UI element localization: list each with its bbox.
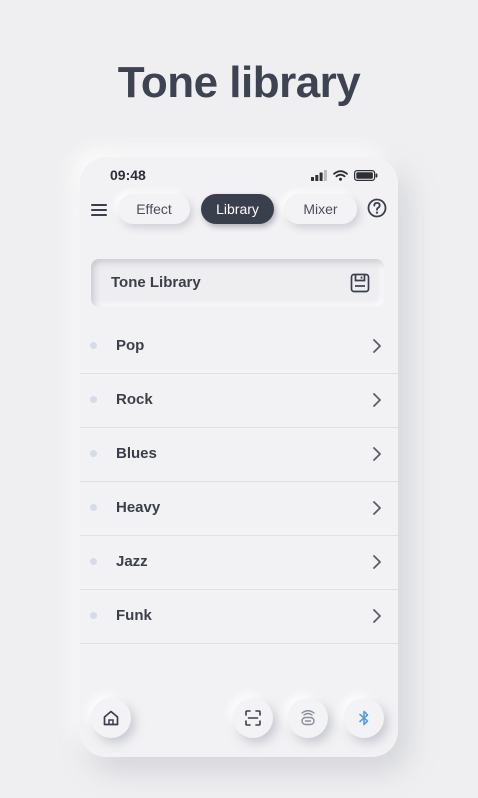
chevron-right-icon [373,609,381,623]
list-item-label: Blues [116,445,157,462]
bullet-dot [90,558,97,565]
tone-category-list: Pop Rock Blues Heavy Jazz Funk [80,320,398,644]
scan-button[interactable] [233,698,273,738]
amp-icon [301,710,315,726]
chevron-right-icon [373,393,381,407]
bluetooth-button[interactable] [344,698,384,738]
tone-library-title: Tone Library [111,274,201,291]
list-item-blues[interactable]: Blues [80,428,398,482]
list-item-label: Heavy [116,499,161,516]
list-item-rock[interactable]: Rock [80,374,398,428]
amp-button[interactable] [288,698,328,738]
wifi-icon [333,169,348,181]
list-item-jazz[interactable]: Jazz [80,536,398,590]
status-icons [311,169,378,181]
tab-mixer[interactable]: Mixer [284,194,357,224]
chevron-right-icon [373,339,381,353]
bullet-dot [90,504,97,511]
menu-icon[interactable] [90,201,108,219]
home-button[interactable] [91,698,131,738]
home-icon [103,710,119,726]
status-time: 09:48 [110,167,146,183]
bluetooth-icon [359,710,369,726]
scan-icon [245,710,261,726]
list-item-heavy[interactable]: Heavy [80,482,398,536]
page-headline: Tone library [117,58,361,107]
list-item-label: Rock [116,391,153,408]
help-icon[interactable] [366,197,388,219]
list-item-pop[interactable]: Pop [80,320,398,374]
bullet-dot [90,450,97,457]
list-item-label: Pop [116,337,145,354]
bullet-dot [90,396,97,403]
tab-library[interactable]: Library [201,194,274,224]
chevron-right-icon [373,555,381,569]
bullet-dot [90,612,97,619]
list-item-label: Funk [116,607,152,624]
chevron-right-icon [373,501,381,515]
list-item-label: Jazz [116,553,148,570]
chevron-right-icon [373,447,381,461]
list-item-funk[interactable]: Funk [80,590,398,644]
signal-icon [311,169,327,181]
tone-library-panel: Tone Library [91,259,384,307]
tab-effect[interactable]: Effect [118,194,190,224]
phone-screen: 09:48 Effect Library Mixer Tone Library … [80,157,398,757]
bullet-dot [90,342,97,349]
battery-icon [354,169,378,181]
save-icon[interactable] [350,273,370,293]
